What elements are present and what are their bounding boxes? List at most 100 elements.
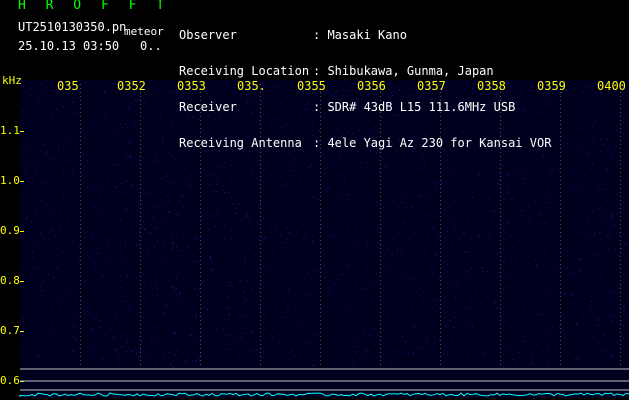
noise-speck: [155, 220, 157, 222]
noise-speck: [161, 199, 163, 201]
grid-dot: [80, 228, 81, 229]
grid-dot: [80, 96, 81, 97]
noise-speck: [434, 342, 435, 344]
noise-speck: [227, 270, 229, 272]
noise-speck: [446, 230, 448, 232]
noise-speck: [134, 325, 135, 327]
noise-speck: [172, 248, 173, 250]
noise-speck: [268, 304, 269, 306]
noise-speck: [602, 271, 603, 273]
grid-tick: [20, 231, 24, 232]
noise-speck: [544, 176, 545, 177]
grid-dot: [380, 316, 381, 317]
noise-speck: [502, 323, 504, 325]
noise-speck: [290, 293, 292, 295]
grid-dot: [620, 256, 621, 257]
noise-speck: [31, 165, 33, 167]
noise-speck: [131, 164, 133, 166]
noise-speck: [424, 161, 426, 163]
noise-speck: [225, 306, 227, 308]
noise-speck: [55, 236, 57, 238]
noise-speck: [156, 342, 158, 344]
grid-dot: [200, 312, 201, 313]
noise-speck: [206, 301, 208, 303]
grid-dot: [620, 312, 621, 313]
noise-speck: [196, 291, 198, 292]
noise-speck: [509, 249, 511, 251]
noise-speck: [309, 186, 311, 188]
noise-speck: [515, 367, 517, 368]
noise-speck: [258, 286, 260, 288]
noise-speck: [406, 329, 408, 331]
noise-speck: [185, 230, 187, 232]
grid-dot: [80, 208, 81, 209]
noise-speck: [595, 120, 597, 122]
noise-speck: [392, 196, 394, 198]
noise-speck: [463, 291, 465, 292]
noise-speck: [177, 298, 179, 300]
noise-speck: [30, 225, 32, 227]
noise-speck: [400, 251, 402, 253]
noise-speck: [550, 201, 552, 203]
noise-speck: [546, 366, 548, 368]
noise-speck: [250, 216, 252, 218]
grid-dot: [260, 228, 261, 229]
grid-dot: [140, 296, 141, 297]
noise-speck: [523, 167, 525, 169]
noise-speck: [474, 334, 476, 335]
noise-speck: [50, 254, 52, 256]
noise-speck: [348, 264, 350, 266]
noise-speck: [162, 240, 164, 242]
grid-dot: [560, 184, 561, 185]
noise-speck: [469, 308, 471, 309]
noise-speck: [149, 285, 151, 287]
noise-speck: [555, 346, 557, 348]
noise-speck: [598, 295, 600, 297]
noise-speck: [299, 352, 301, 354]
noise-speck: [355, 282, 357, 284]
noise-speck: [445, 181, 447, 183]
noise-speck: [20, 223, 22, 225]
noise-speck: [41, 200, 43, 202]
noise-speck: [367, 162, 369, 163]
noise-speck: [41, 83, 43, 85]
grid-dot: [380, 224, 381, 225]
noise-speck: [373, 254, 375, 256]
noise-speck: [375, 239, 377, 241]
noise-speck: [163, 357, 165, 359]
grid-dot: [260, 176, 261, 177]
noise-speck: [260, 178, 262, 180]
noise-speck: [287, 232, 289, 234]
noise-speck: [34, 241, 36, 243]
noise-speck: [230, 274, 232, 276]
noise-speck: [528, 217, 529, 219]
meta-value: : SDR# 43dB L15 111.6MHz USB: [313, 100, 516, 114]
noise-speck: [127, 341, 128, 343]
noise-speck: [165, 306, 167, 308]
noise-speck: [188, 357, 190, 359]
noise-speck: [301, 200, 303, 201]
grid-dot: [200, 340, 201, 341]
noise-speck: [250, 350, 252, 352]
noise-speck: [155, 210, 157, 212]
noise-speck: [475, 249, 477, 251]
noise-speck: [68, 265, 70, 267]
noise-speck: [519, 240, 520, 242]
noise-speck: [399, 175, 401, 177]
noise-speck: [92, 328, 94, 330]
noise-speck: [21, 354, 23, 356]
noise-speck: [500, 276, 502, 278]
noise-speck: [366, 240, 368, 242]
noise-speck: [91, 337, 93, 339]
noise-speck: [161, 135, 163, 137]
grid-dot: [320, 176, 321, 177]
noise-speck: [491, 172, 493, 174]
noise-speck: [436, 188, 438, 190]
noise-speck: [385, 339, 387, 341]
grid-dot: [200, 304, 201, 305]
noise-speck: [101, 118, 103, 120]
noise-speck: [198, 261, 199, 262]
noise-speck: [73, 271, 75, 273]
noise-speck: [338, 203, 340, 205]
noise-speck: [176, 279, 178, 281]
